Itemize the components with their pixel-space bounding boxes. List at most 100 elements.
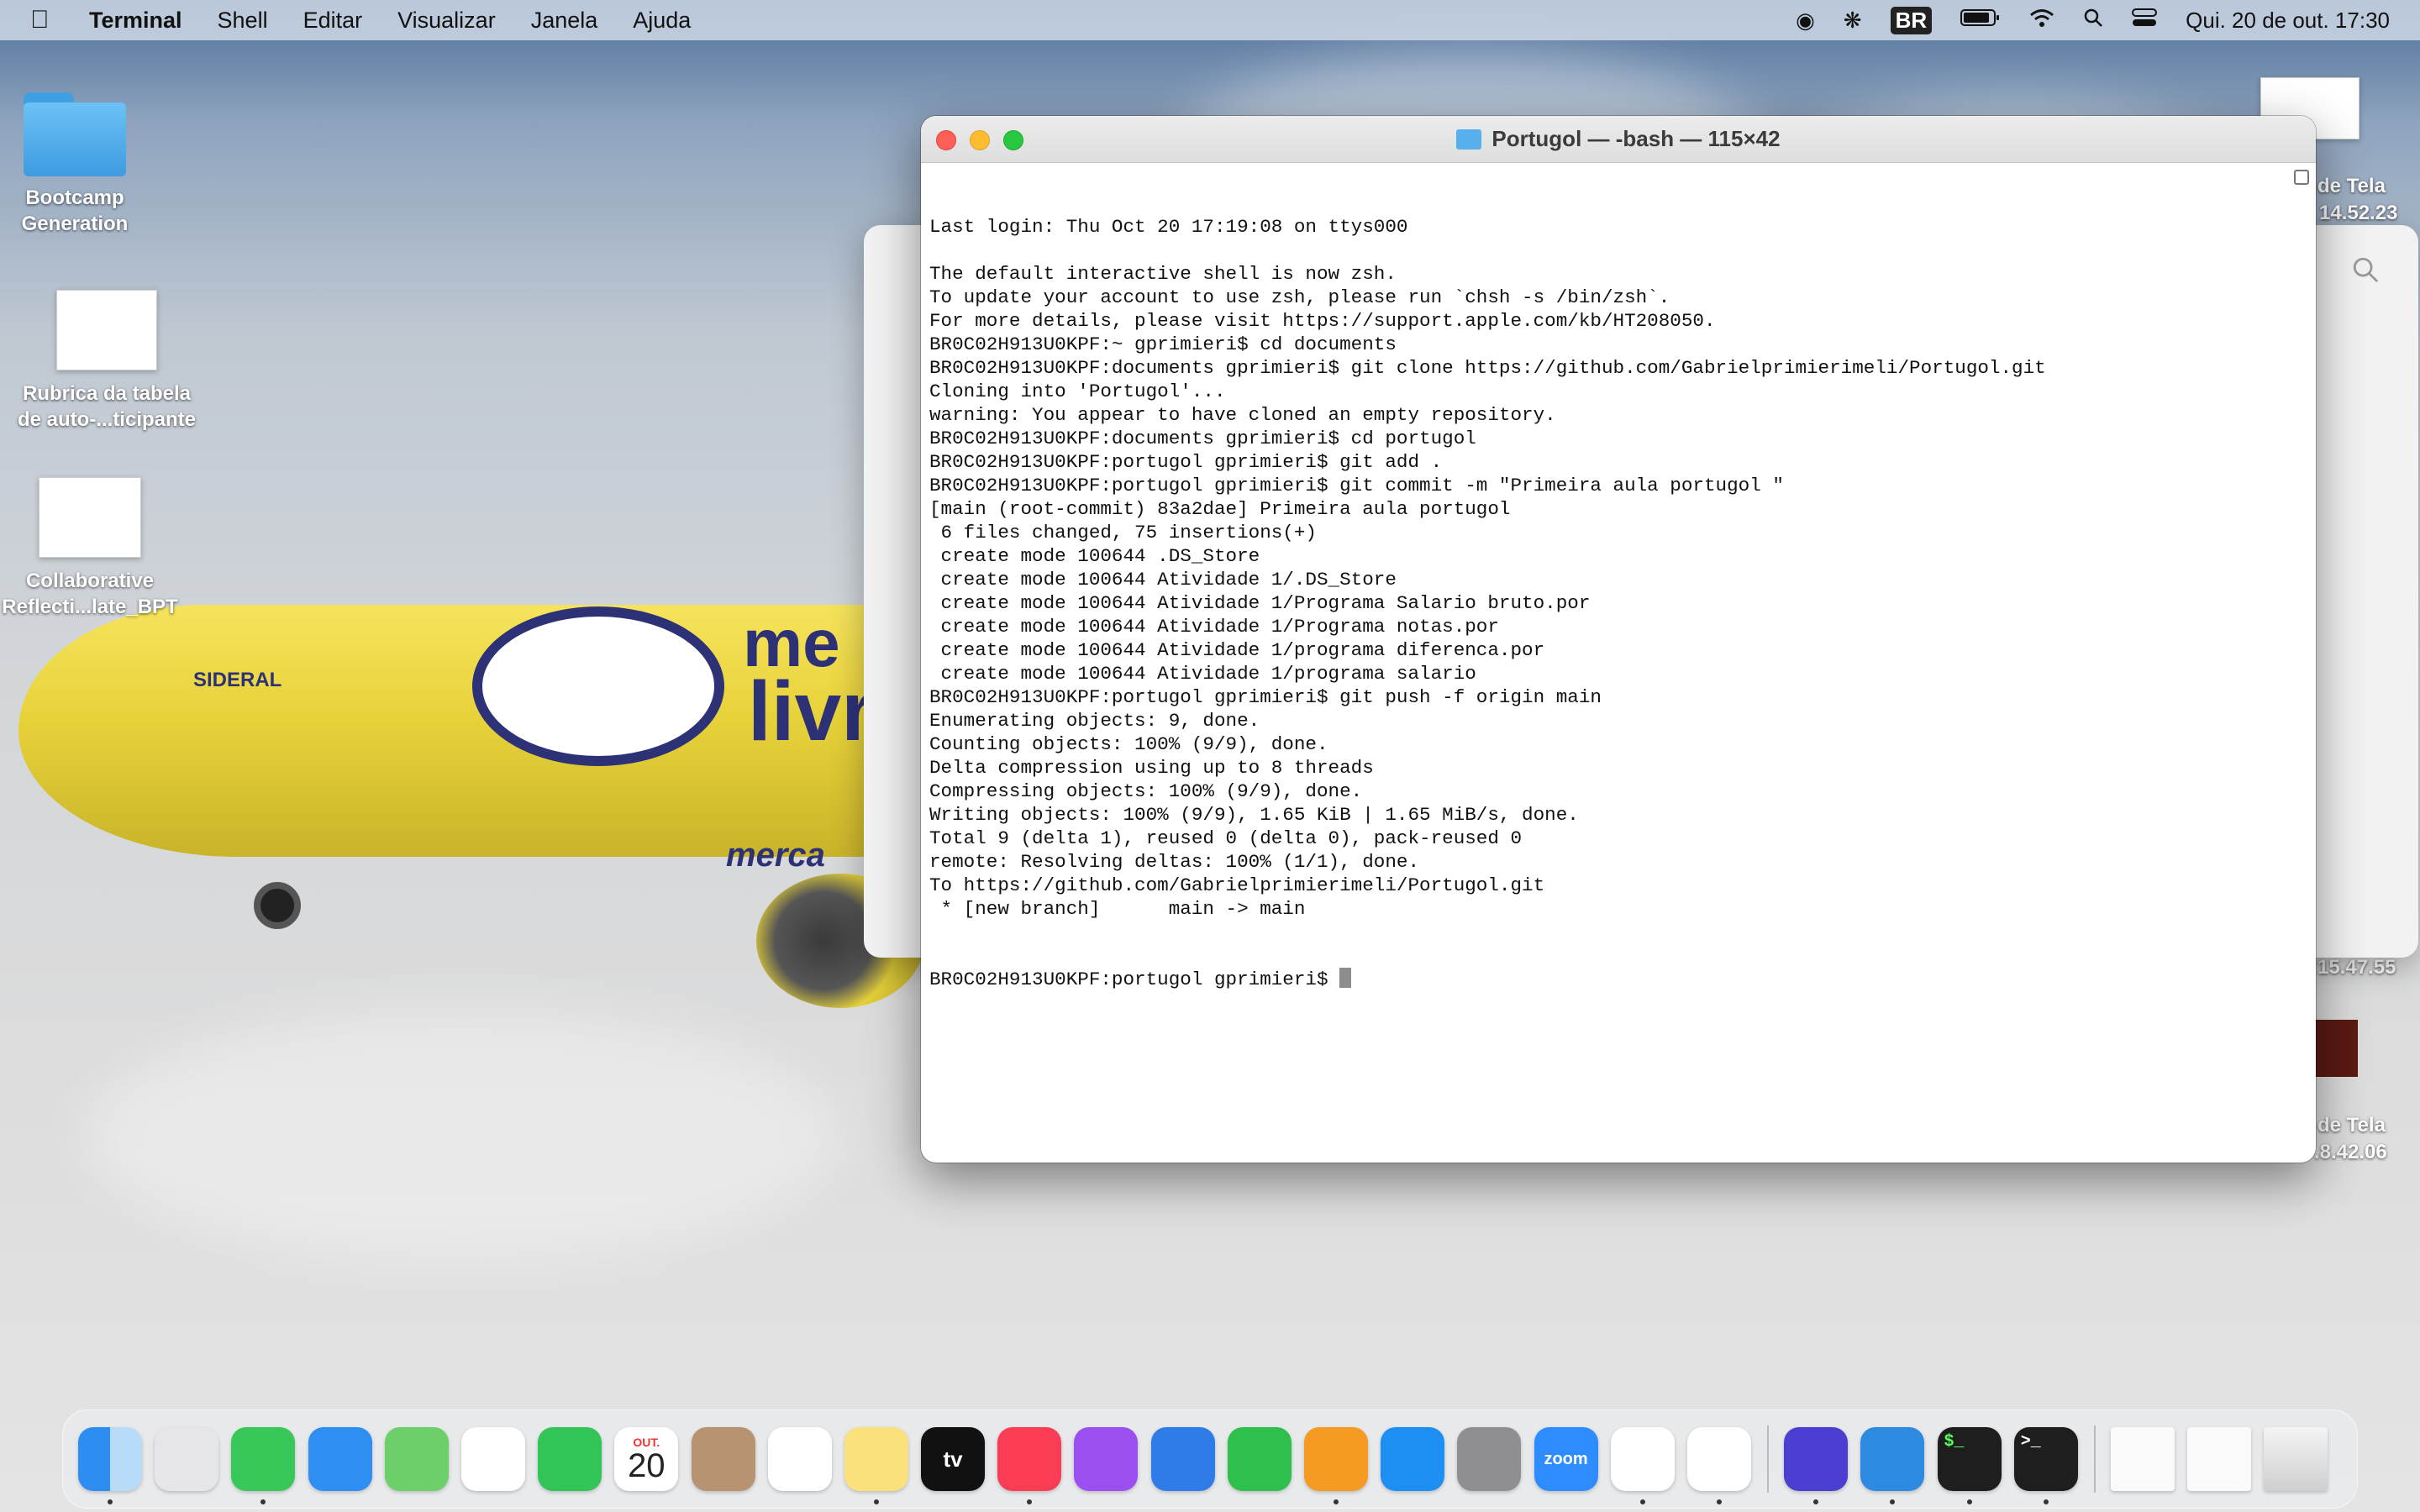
appletv-icon[interactable]: tv — [921, 1427, 986, 1491]
notes-icon[interactable] — [844, 1427, 908, 1504]
pages-icon[interactable] — [1304, 1427, 1368, 1504]
running-indicator — [873, 1499, 879, 1504]
close-button[interactable] — [936, 130, 956, 150]
wallpaper-logo-text-3: merca — [726, 837, 825, 874]
terminal-titlebar[interactable]: Portugol — -bash — 115×42 — [921, 116, 2316, 163]
scroll-marker-icon[interactable] — [2294, 170, 2309, 185]
desktop-file-collaborative[interactable]: Collaborative Reflecti...late_BPT — [0, 477, 187, 620]
desktop-label-line1: Bootcamp — [25, 186, 124, 209]
right-label-2: 14.52.23 — [2319, 202, 2398, 224]
messages-icon[interactable] — [231, 1427, 296, 1504]
numbers-icon[interactable] — [1227, 1427, 1292, 1491]
wallpaper-wheel — [254, 882, 301, 929]
input-source-badge[interactable]: BR — [1890, 6, 1933, 34]
contacts-icon[interactable] — [691, 1427, 755, 1491]
desktop-label-line1: Collaborative — [25, 570, 155, 592]
systemprefs-icon[interactable] — [1457, 1427, 1522, 1491]
right-label-3: 15.47.55 — [2317, 956, 2396, 979]
terminal-output-line: create mode 100644 Atividade 1/.DS_Store — [929, 569, 1397, 591]
reminders-icon[interactable] — [767, 1427, 832, 1491]
terminal-output-line: Compressing objects: 100% (9/9), done. — [929, 780, 1363, 802]
facetime-icon[interactable] — [538, 1427, 602, 1491]
terminal-output-line: create mode 100644 .DS_Store — [929, 545, 1260, 567]
menu-visualizar[interactable]: Visualizar — [397, 8, 496, 34]
terminal-output-line: BR0C02H913U0KPF:portugol gprimieri$ git … — [929, 475, 1784, 496]
terminal-title: Portugol — -bash — 115×42 — [1491, 126, 1781, 151]
clock-datetime[interactable]: Qui. 20 de out. 17:30 — [2186, 8, 2390, 34]
desktop-label-line2: de auto-...ticipante — [17, 408, 196, 431]
terminal-output-line: BR0C02H913U0KPF:portugol gprimieri$ git … — [929, 686, 1602, 708]
dock-separator — [1767, 1425, 1770, 1493]
battery-icon[interactable] — [1960, 8, 2001, 34]
running-indicator — [1890, 1499, 1896, 1504]
terminal-window[interactable]: Portugol — -bash — 115×42 Last login: Th… — [921, 116, 2316, 1163]
trash-icon[interactable] — [2264, 1427, 2328, 1491]
running-indicator — [1813, 1499, 1819, 1504]
terminal-output-line: BR0C02H913U0KPF:portugol gprimieri$ git … — [929, 451, 1443, 473]
right-label-1: de Tela — [2317, 175, 2386, 197]
terminal-output-line: Last login: Thu Oct 20 17:19:08 on ttys0… — [929, 216, 1408, 238]
calendar-icon[interactable]: OUT. 20 — [614, 1427, 679, 1491]
apple-menu-icon[interactable]:  — [30, 6, 64, 34]
terminal-output-line: Delta compression using up to 8 threads — [929, 757, 1374, 779]
terminal-output-line: BR0C02H913U0KPF:~ gprimieri$ cd document… — [929, 333, 1397, 355]
slack-icon[interactable] — [1610, 1427, 1675, 1504]
desktop-file-rubrica[interactable]: Rubrica da tabela de auto-...ticipante — [10, 290, 203, 433]
control-center-icon[interactable] — [2132, 8, 2158, 34]
menu-janela[interactable]: Janela — [531, 8, 598, 34]
keynote-icon[interactable] — [1150, 1427, 1215, 1491]
terminal-output-line: The default interactive shell is now zsh… — [929, 263, 1397, 285]
mail-icon[interactable] — [308, 1427, 372, 1491]
menu-editar[interactable]: Editar — [303, 8, 363, 34]
terminal-output-line: 6 files changed, 75 insertions(+) — [929, 522, 1317, 543]
dock-document-icon[interactable] — [2110, 1427, 2175, 1491]
desktop-folder-bootcamp[interactable]: Bootcamp Generation — [0, 92, 171, 237]
running-indicator — [1027, 1499, 1033, 1504]
terminal-output-line: Enumerating objects: 9, done. — [929, 710, 1260, 732]
chrome-icon[interactable] — [1686, 1427, 1751, 1504]
zoom-label: zoom — [1544, 1449, 1588, 1468]
minimize-button[interactable] — [970, 130, 990, 150]
settings-gear-icon[interactable]: ❋ — [1844, 8, 1862, 34]
maps-icon[interactable] — [384, 1427, 449, 1491]
vpn-globe-icon[interactable]: ◉ — [1796, 8, 1815, 34]
running-indicator — [1966, 1499, 1972, 1504]
screenshot-thumbnail-icon-2[interactable] — [2314, 1020, 2358, 1077]
dock-document-icon-2[interactable] — [2187, 1427, 2252, 1491]
running-indicator — [2043, 1499, 2049, 1504]
spotlight-search-icon[interactable] — [2083, 8, 2103, 34]
terminal-output-line: Total 9 (delta 1), reused 0 (delta 0), p… — [929, 827, 1523, 849]
zoom-icon[interactable]: zoom — [1534, 1427, 1598, 1491]
running-indicator — [260, 1499, 266, 1504]
running-indicator — [108, 1499, 113, 1504]
terminal-output-line: Writing objects: 100% (9/9), 1.65 KiB | … — [929, 804, 1579, 826]
menu-app-name[interactable]: Terminal — [89, 8, 182, 34]
terminal-output-line: create mode 100644 Atividade 1/Programa … — [929, 616, 1499, 638]
zoom-button[interactable] — [1003, 130, 1023, 150]
wallpaper-logo-text-2: livr — [748, 664, 875, 759]
terminal-icon[interactable]: >_ — [2013, 1427, 2078, 1504]
running-indicator — [1334, 1499, 1339, 1504]
appstore-icon[interactable] — [1381, 1427, 1445, 1491]
terminal-green-icon[interactable]: $_ — [1937, 1427, 2002, 1504]
terminal-content[interactable]: Last login: Thu Oct 20 17:19:08 on ttys0… — [921, 163, 2316, 1163]
terminal-output-line: * [new branch] main -> main — [929, 898, 1306, 920]
wifi-icon[interactable] — [2029, 8, 2054, 34]
finder-search-icon[interactable] — [2351, 255, 2380, 284]
finder-icon[interactable] — [78, 1427, 142, 1504]
dock: OUT. 20 tv zoom $_ >_ — [62, 1410, 2358, 1509]
vscode-icon[interactable] — [1860, 1427, 1925, 1504]
terminal-prompt: BR0C02H913U0KPF:portugol gprimieri$ — [929, 969, 1340, 990]
workplace-icon[interactable] — [1784, 1427, 1849, 1504]
menu-shell[interactable]: Shell — [218, 8, 268, 34]
menu-ajuda[interactable]: Ajuda — [633, 8, 691, 34]
terminal-prompt-line: BR0C02H913U0KPF:portugol gprimieri$ — [929, 968, 2307, 991]
right-label-5: .8.42.06 — [2314, 1141, 2387, 1163]
music-icon[interactable] — [997, 1427, 1062, 1504]
launchpad-icon[interactable] — [155, 1427, 219, 1491]
photos-icon[interactable] — [460, 1427, 525, 1491]
terminal-glyph: $_ — [1944, 1432, 1965, 1452]
podcasts-icon[interactable] — [1074, 1427, 1139, 1491]
terminal-glyph: >_ — [2020, 1432, 2041, 1452]
